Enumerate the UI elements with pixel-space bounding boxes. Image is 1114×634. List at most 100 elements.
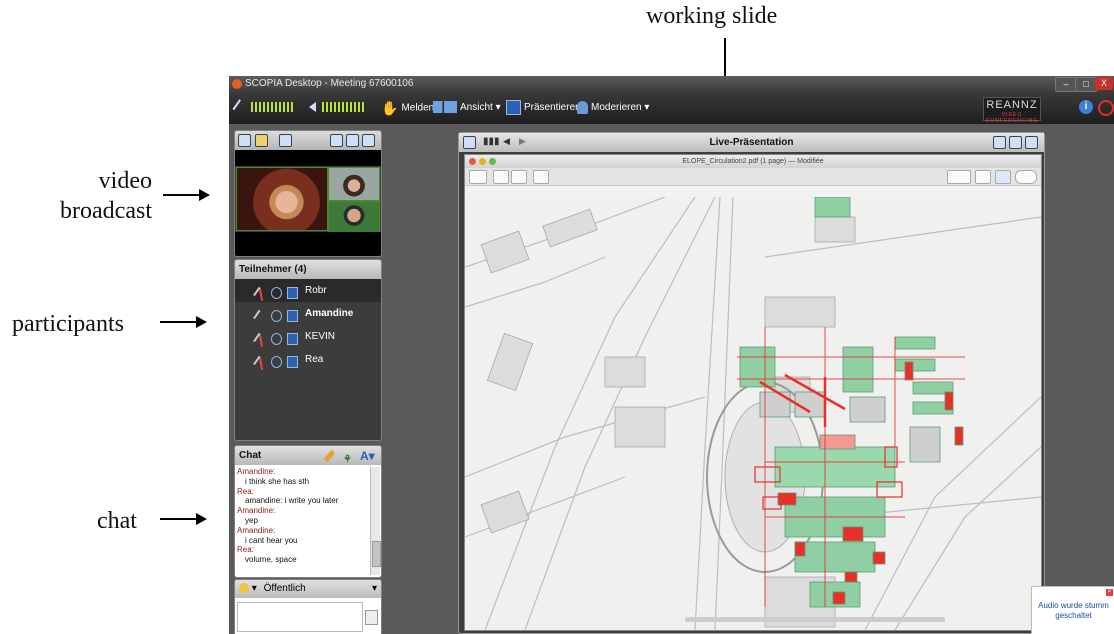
presentation-status-icon[interactable] [287, 333, 298, 345]
mic-control[interactable] [232, 92, 295, 124]
shared-pdf-window: ELOPE_Circulation2.pdf (1 page) — Modifi… [464, 154, 1042, 631]
reannz-logo: REANNZ VIDEO CONFERENCING [983, 97, 1041, 124]
info-icon[interactable]: i [1079, 100, 1093, 114]
red-highlight [872, 551, 886, 565]
muted-mic-icon[interactable] [253, 286, 268, 302]
rotate-button[interactable] [975, 170, 991, 184]
video-panel-toolbar [235, 131, 381, 150]
presentation-chart-icon [506, 99, 521, 115]
speaker-level-meter[interactable] [321, 102, 366, 113]
swap-icon[interactable] [993, 136, 1006, 149]
moderate-label: Moderieren ▾ [591, 102, 650, 113]
mic-level-meter[interactable] [250, 102, 295, 113]
close-button[interactable]: X [1095, 77, 1113, 90]
maximize-button[interactable]: □ [1075, 77, 1097, 92]
chevron-down-icon: ▾ [251, 583, 257, 594]
speaker-control[interactable] [309, 92, 366, 124]
edit-button[interactable] [995, 170, 1011, 184]
chat-panel: Chat ⚘ A▾ Amandine: i think she has sth … [234, 445, 382, 578]
chat-header-label: Chat [239, 450, 262, 461]
view-menu-label: Ansicht ▾ [460, 102, 501, 113]
video-status-icon[interactable] [271, 333, 282, 345]
participant-video-1[interactable] [328, 167, 380, 201]
moderator-user-icon [577, 100, 588, 114]
app-window: SCOPIA Desktop - Meeting 67600106 – □ X … [229, 76, 1114, 634]
camera-icon[interactable] [238, 134, 251, 147]
presentation-status-icon[interactable] [287, 287, 298, 299]
site-plan-map[interactable] [465, 197, 1041, 630]
clear-chat-icon[interactable] [323, 449, 336, 463]
participant-row[interactable]: Robr [235, 279, 381, 302]
chat-sender: Rea: [237, 486, 254, 496]
pdf-document-title: ELOPE_Circulation2.pdf (1 page) — Modifi… [682, 158, 824, 165]
search-field[interactable] [1015, 170, 1037, 184]
annotation-video-line1: video [98, 168, 152, 194]
muted-mic-icon[interactable] [253, 355, 268, 371]
participant-video-2[interactable] [328, 201, 380, 233]
audience-label: Öffentlich [263, 583, 306, 594]
mac-close-dot[interactable] [469, 158, 476, 165]
mac-minimize-dot[interactable] [479, 158, 486, 165]
layout-icon[interactable] [255, 134, 268, 147]
swap-icon[interactable] [330, 134, 343, 147]
view-menu[interactable]: Ansicht ▾ [433, 92, 501, 124]
audience-dropdown-icon[interactable]: ▾ [372, 580, 377, 598]
red-highlight [832, 591, 846, 605]
moderate-menu[interactable]: Moderieren ▾ [577, 92, 649, 124]
participants-panel: Teilnehmer (4) Robr Amandine KEVIN Rea [234, 259, 382, 441]
video-status-icon[interactable] [271, 310, 282, 322]
user-icon[interactable] [1025, 136, 1038, 149]
fullscreen-icon[interactable] [346, 134, 359, 147]
minimize-button[interactable]: – [1055, 77, 1077, 92]
chat-scroll-thumb[interactable] [372, 541, 381, 567]
annotation-working-slide: working slide [646, 3, 778, 29]
present-button[interactable]: Präsentieren [506, 92, 581, 124]
presentation-panel: ▮▮▮ ◀ ▶ Live-Präsentation ELOPE_Circulat… [458, 132, 1045, 634]
arrow-participants [160, 316, 207, 328]
participants-header-label: Teilnehmer (4) [239, 264, 307, 275]
green-building [814, 197, 851, 218]
raise-hand-button[interactable]: ✋ Melden [381, 92, 434, 124]
red-highlight [954, 426, 964, 446]
red-highlight [904, 361, 914, 381]
chat-message-input[interactable] [237, 602, 363, 632]
participant-row[interactable]: Rea [235, 348, 381, 371]
fullscreen-icon[interactable] [1009, 136, 1022, 149]
participant-row[interactable]: Amandine [235, 302, 381, 325]
share-button[interactable] [533, 170, 549, 184]
send-icon[interactable] [365, 610, 378, 625]
present-label: Präsentieren [524, 102, 581, 113]
sidebar-toggle-button[interactable] [469, 170, 487, 184]
emoticon-icon[interactable] [239, 583, 249, 594]
mac-zoom-dot[interactable] [489, 158, 496, 165]
zoom-out-button[interactable] [493, 170, 509, 184]
video-status-icon[interactable] [271, 287, 282, 299]
chat-audience-select[interactable]: ▾ Öffentlich ▾ [235, 580, 381, 598]
muted-mic-icon[interactable] [253, 332, 268, 348]
green-building [842, 346, 874, 393]
horizontal-scrollbar[interactable] [685, 617, 945, 622]
chat-message: yep [245, 515, 258, 525]
presentation-status-icon[interactable] [287, 310, 298, 322]
main-toolbar: ✋ Melden Ansicht ▾ Präsentieren Moderiere… [229, 92, 1114, 124]
participant-name: Robr [305, 285, 327, 296]
red-highlight [944, 391, 954, 411]
annotation-chat: chat [97, 508, 137, 534]
mic-icon[interactable] [253, 309, 268, 325]
chat-message: volume, space [245, 555, 297, 565]
chat-input-panel: ▾ Öffentlich ▾ [234, 579, 382, 634]
arrow-video [163, 189, 210, 201]
annotate-button[interactable] [947, 170, 971, 184]
video-status-icon[interactable] [271, 356, 282, 368]
monitor-icon[interactable] [279, 134, 292, 147]
main-video-feed[interactable] [236, 167, 328, 231]
user-icon[interactable] [362, 134, 375, 147]
notification-close-icon[interactable]: × [1106, 589, 1113, 596]
chat-scrollbar[interactable] [370, 467, 381, 575]
presentation-status-icon[interactable] [287, 356, 298, 368]
zoom-in-button[interactable] [511, 170, 527, 184]
green-building [774, 446, 896, 488]
participant-row[interactable]: KEVIN [235, 325, 381, 348]
font-settings-icon[interactable]: A▾ [360, 447, 375, 466]
record-icon[interactable] [1098, 100, 1114, 116]
